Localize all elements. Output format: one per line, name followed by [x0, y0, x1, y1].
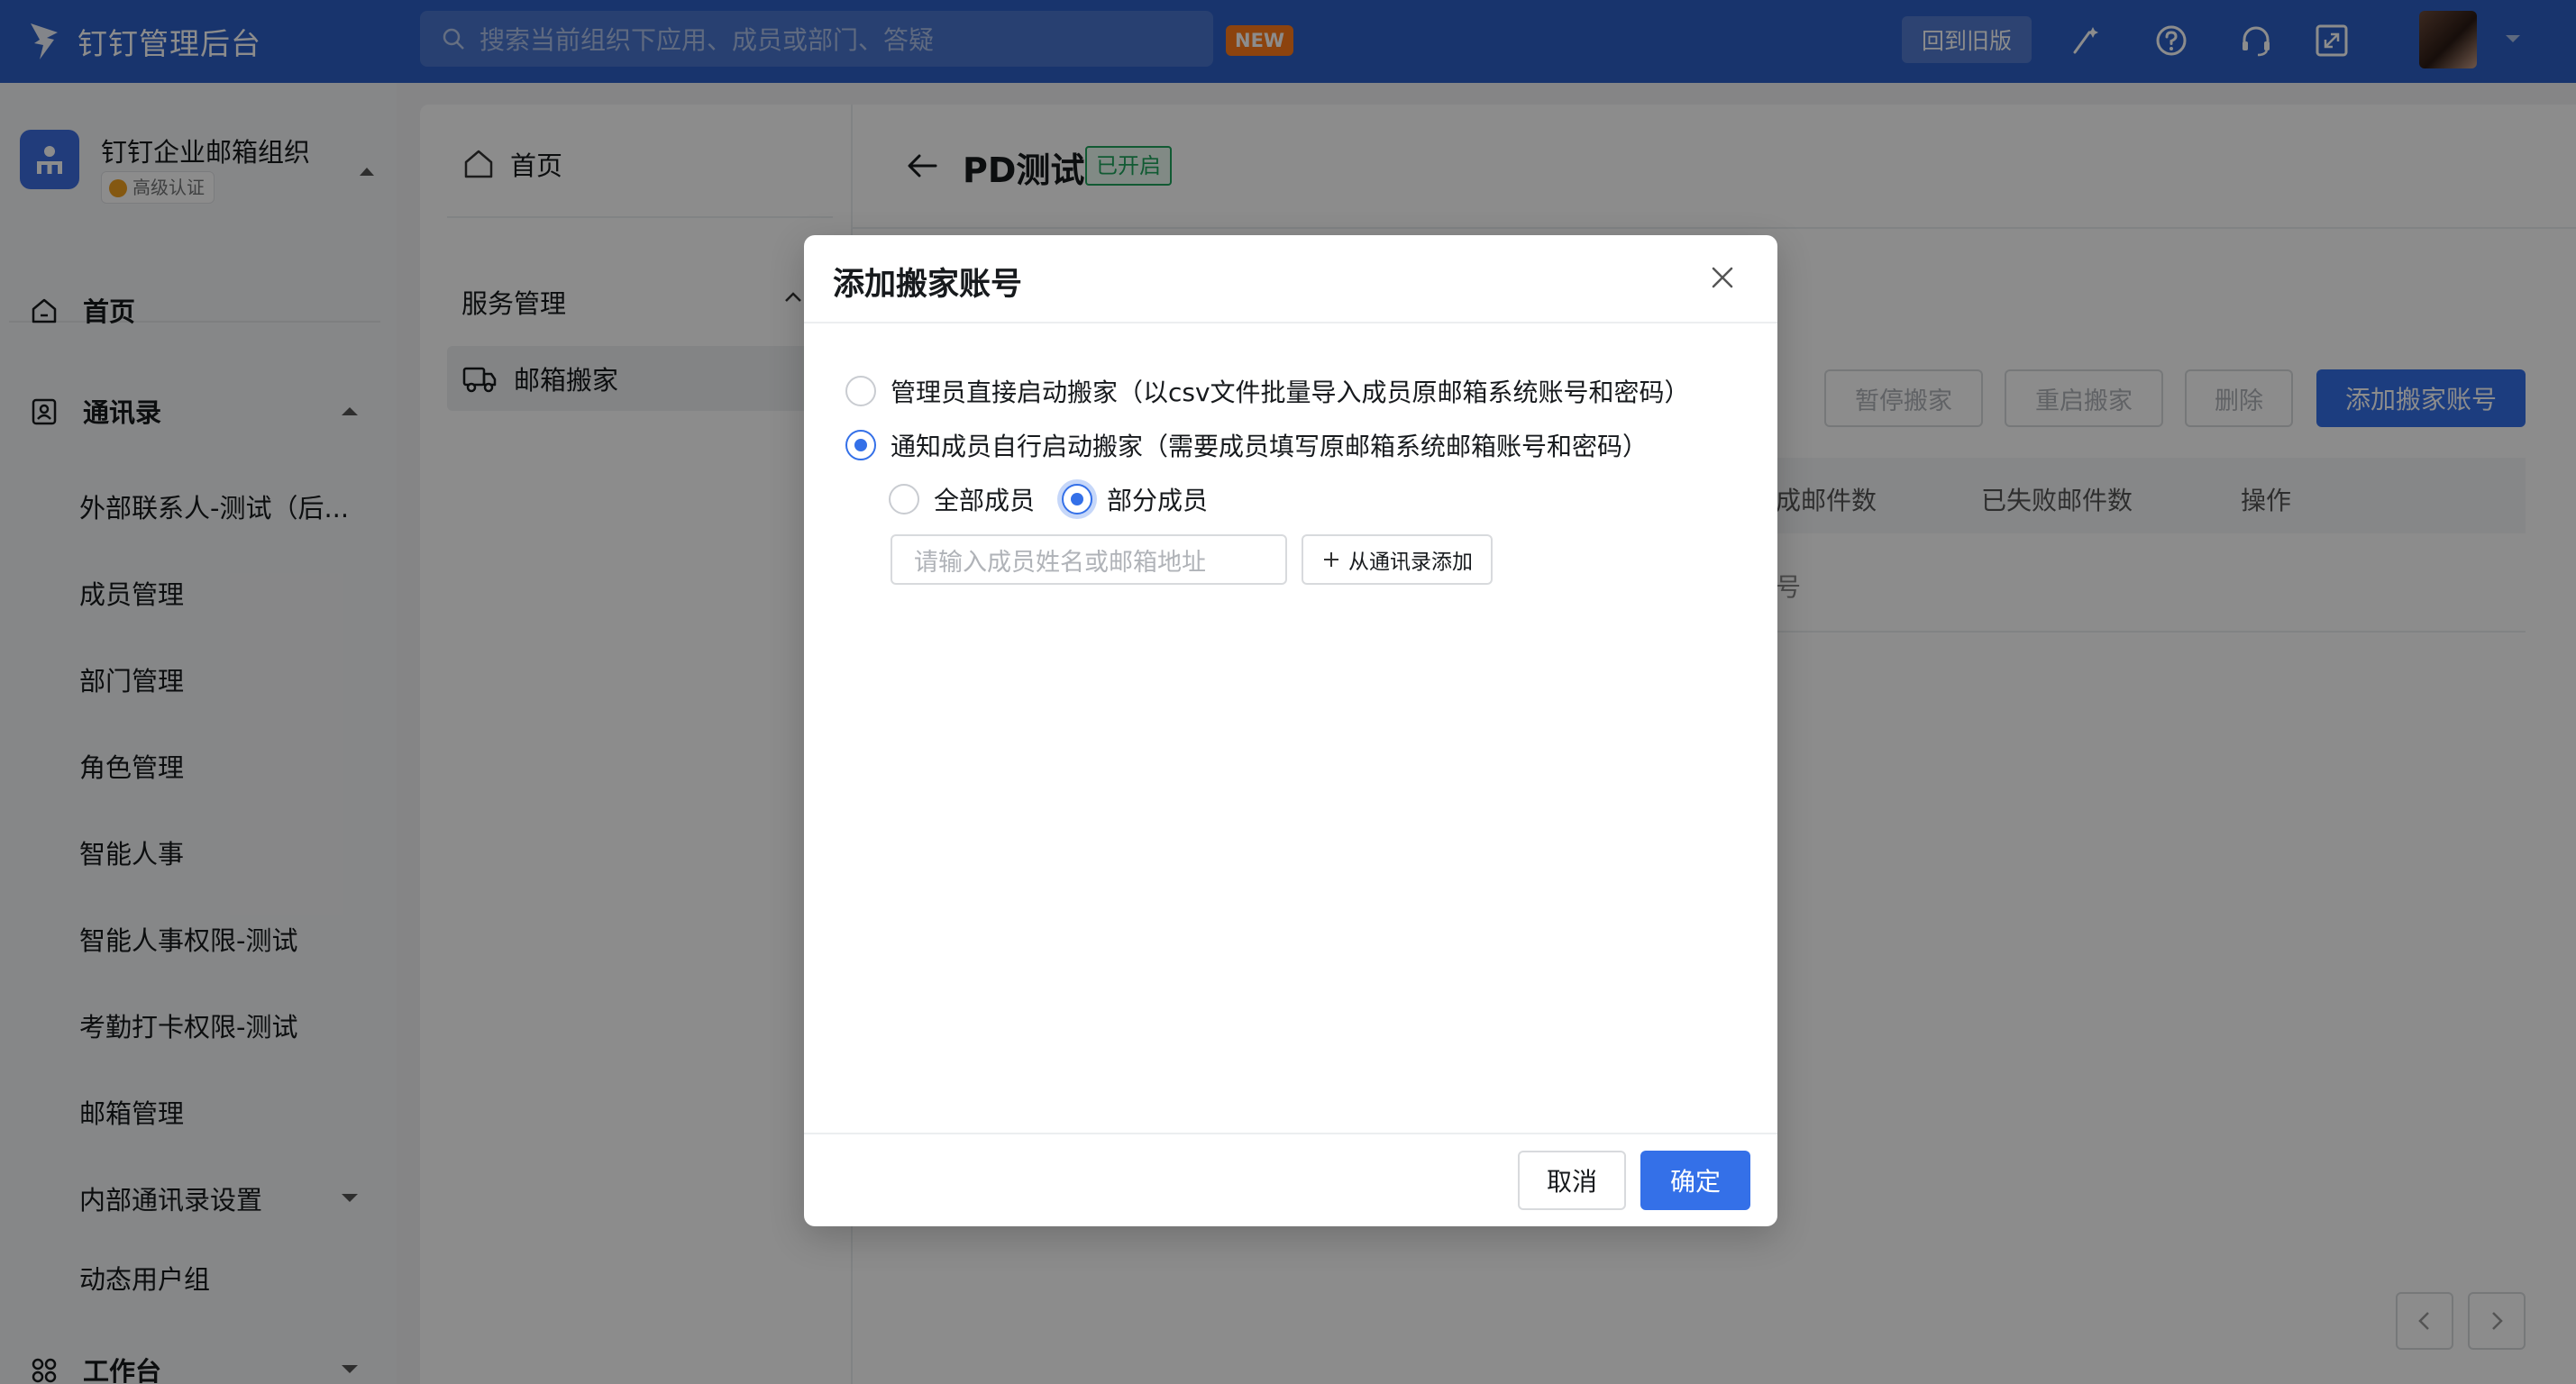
add-migration-account-dialog: 添加搬家账号 管理员直接启动搬家（以csv文件批量导入成员原邮箱系统账号和密码）… [804, 235, 1777, 1226]
radio-all-members[interactable] [889, 484, 919, 514]
option-admin-direct-migration[interactable]: 管理员直接启动搬家（以csv文件批量导入成员原邮箱系统账号和密码） [845, 373, 1690, 409]
confirm-button[interactable]: 确定 [1640, 1151, 1750, 1210]
add-from-contacts-label: 从通讯录添加 [1348, 551, 1473, 574]
add-from-contacts-button[interactable]: 从通讯录添加 [1302, 534, 1493, 585]
scope-all-label: 全部成员 [934, 486, 1036, 515]
divider [804, 1133, 1777, 1134]
dialog-title: 添加搬家账号 [833, 267, 1023, 303]
scope-partial-label: 部分成员 [1107, 486, 1209, 515]
option-notify-label: 通知成员自行启动搬家（需要成员填写原邮箱系统邮箱账号和密码） [891, 432, 1649, 461]
option-admin-label: 管理员直接启动搬家（以csv文件批量导入成员原邮箱系统账号和密码） [891, 378, 1690, 407]
member-search-input[interactable]: 请输入成员姓名或邮箱地址 [891, 534, 1287, 585]
radio-partial-members[interactable] [1062, 484, 1092, 514]
radio-admin-direct[interactable] [845, 376, 876, 406]
scope-all-members[interactable]: 全部成员 [889, 481, 1035, 517]
close-icon[interactable] [1709, 264, 1736, 291]
scope-partial-members[interactable]: 部分成员 [1062, 481, 1208, 517]
option-notify-members[interactable]: 通知成员自行启动搬家（需要成员填写原邮箱系统邮箱账号和密码） [845, 427, 1648, 463]
radio-notify-members[interactable] [845, 430, 876, 460]
cancel-button[interactable]: 取消 [1518, 1151, 1626, 1210]
plus-icon [1324, 552, 1338, 567]
divider [804, 322, 1777, 323]
